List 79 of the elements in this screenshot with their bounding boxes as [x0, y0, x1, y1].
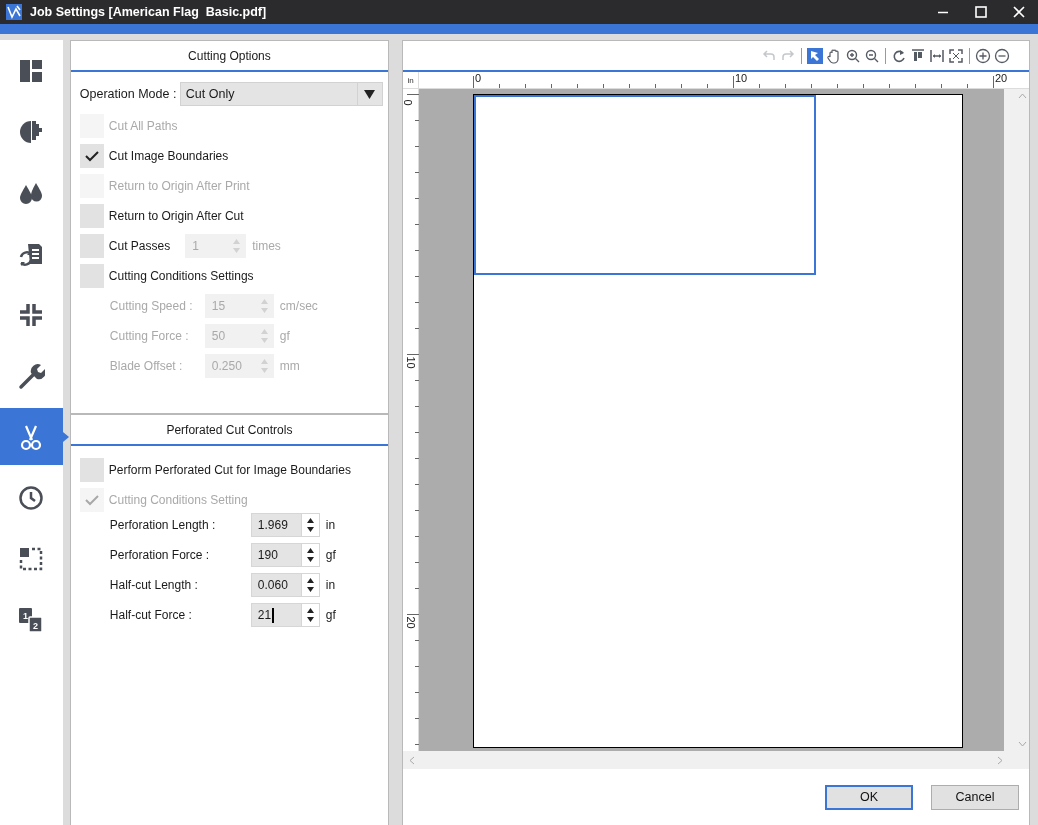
checkbox-label: Return to Origin After Print [108, 179, 250, 193]
checkbox-label: Cut Image Boundaries [108, 149, 229, 163]
field-label: Operation Mode : [79, 87, 178, 101]
ruler-label: 10 [735, 73, 748, 84]
maximize-icon [975, 6, 987, 18]
zoom-out-icon [864, 47, 880, 64]
checkbox-label: Cut All Paths [108, 119, 178, 133]
checkbox-label: Perform Perforated Cut for Image Boundaries [108, 463, 351, 477]
checkbox-label: Return to Origin After Cut [108, 209, 244, 223]
fit-screen-icon [948, 47, 964, 64]
field-label: Perforation Force : [109, 548, 211, 562]
checkbox-label: Cutting Conditions Settings [108, 269, 254, 283]
unit-label: in [325, 518, 336, 532]
dialog-button[interactable]: OK [825, 784, 913, 810]
ruler-label: 0 [401, 99, 413, 106]
checkbox-label: Cut Passes [108, 239, 171, 253]
dialog-button[interactable]: Cancel [931, 784, 1019, 810]
close-icon [1013, 6, 1025, 18]
add-icon [975, 47, 991, 64]
section-header: Cutting Options [70, 41, 388, 72]
checkbox[interactable] [79, 204, 104, 228]
zoom-in-icon [845, 47, 861, 64]
ruler-label: 10 [404, 356, 416, 369]
wrench-icon [17, 361, 46, 390]
checkmark-icon [84, 494, 99, 506]
unit-label: cm/sec [279, 299, 318, 313]
checkbox[interactable] [79, 144, 104, 168]
ruler-unit: in [403, 72, 419, 88]
section-header: Perforated Cut Controls [70, 415, 388, 446]
fit-width-icon [929, 47, 945, 64]
field-label: Cutting Force : [109, 329, 190, 343]
ruler-label: 20 [404, 616, 416, 629]
remove-button[interactable] [994, 47, 1010, 64]
pointer-tool[interactable] [807, 47, 823, 64]
checkbox[interactable] [79, 458, 104, 482]
ruler-label: 20 [995, 73, 1008, 84]
unit-label: mm [279, 359, 300, 373]
ruler-label: 0 [475, 73, 482, 84]
app-logo-icon [6, 4, 22, 20]
image-boundary-frame[interactable] [474, 95, 816, 275]
field-label: Half-cut Length : [109, 578, 199, 592]
unit-label: gf [325, 548, 336, 562]
hand-tool[interactable] [826, 47, 842, 64]
field-label: Cutting Speed : [109, 299, 194, 313]
window-title: Job Settings [American Flag Basic.pdf] [30, 5, 268, 19]
checkmark-icon [84, 150, 99, 162]
zoom-out-button[interactable] [864, 47, 880, 64]
sidebar-tab[interactable]: 1 2 [0, 589, 63, 650]
rotate-icon [891, 47, 907, 64]
fit-width-button[interactable] [929, 47, 945, 64]
remove-icon [994, 47, 1010, 64]
field-label: Half-cut Force : [109, 608, 193, 622]
add-button[interactable] [975, 47, 991, 64]
field-label: Blade Offset : [109, 359, 184, 373]
spin-arrows-icon[interactable] [300, 514, 319, 536]
unit-label: times [252, 239, 281, 253]
checkbox-label: Cutting Conditions Setting [108, 493, 248, 507]
spin-arrows-icon[interactable] [300, 604, 319, 626]
caret-icon [364, 89, 376, 99]
unit-label: in [325, 578, 336, 592]
unit-label: gf [279, 329, 290, 343]
spin-arrows-icon[interactable] [300, 544, 319, 566]
spin-arrows-icon[interactable] [300, 574, 319, 596]
number-field[interactable]: 0.060 [250, 573, 320, 597]
checkbox[interactable] [79, 234, 104, 258]
align-button[interactable] [910, 47, 926, 64]
clock-icon [17, 483, 46, 512]
field-label: Perforation Length : [109, 518, 217, 532]
fit-screen-button[interactable] [948, 47, 964, 64]
align-top-icon [910, 47, 926, 64]
number-field[interactable]: 1.969 [250, 513, 320, 537]
hand-icon [826, 47, 842, 64]
unit-label: gf [325, 608, 336, 622]
rotate-button[interactable] [891, 47, 907, 64]
number-field[interactable]: 21 [250, 603, 320, 627]
operation-mode-dropdown[interactable]: Cut Only [179, 82, 383, 106]
checkbox[interactable] [79, 264, 104, 288]
zoom-in-button[interactable] [845, 47, 861, 64]
number-field[interactable]: 190 [250, 543, 320, 567]
